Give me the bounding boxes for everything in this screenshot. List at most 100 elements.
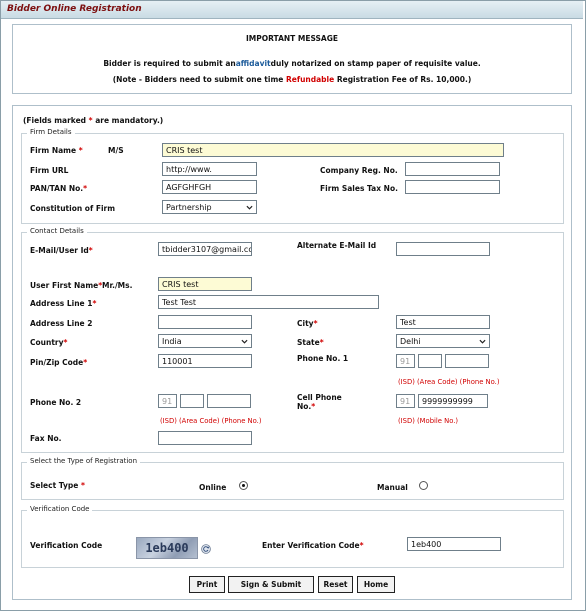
mandatory-note-text: are mandatory.) [92,116,164,125]
label-text: Country [30,338,64,347]
required-star: * [63,338,68,347]
message-text: Bidder is required to submit an [103,59,236,68]
country-select[interactable]: India [158,334,252,348]
label-text: City [297,319,314,328]
mandatory-note: (Fields marked * are mandatory.) [23,116,163,125]
important-message-box: IMPORTANT MESSAGE Bidder is required to … [12,24,572,94]
message-line-affidavit: Bidder is required to submit anaffidavit… [13,59,571,68]
country-selected: India [162,337,182,346]
phone2-area-input[interactable] [180,394,204,408]
email-input[interactable]: tbidder3107@gmail.co [158,242,252,256]
message-text: Registration Fee of Rs. 10,000.) [334,75,472,84]
address2-label: Address Line 2 [30,319,93,328]
title-bar: Bidder Online Registration [1,1,583,19]
sign-submit-button[interactable]: Sign & Submit [228,576,314,593]
state-select[interactable]: Delhi [396,334,490,348]
phone2-number-input[interactable] [207,394,251,408]
contact-details-legend: Contact Details [27,227,87,235]
company-reg-label: Company Reg. No. [320,166,398,175]
phone2-label: Phone No. 2 [30,398,82,407]
manual-radio[interactable] [419,481,428,490]
required-star: * [319,338,324,347]
firm-name-label: Firm Name * [30,146,83,155]
message-text: (Note - Bidders need to submit one time [112,75,286,84]
print-button[interactable]: Print [189,576,225,593]
refundable-text: Refundable [285,75,335,84]
chevron-down-icon [241,339,248,344]
pan-label: PAN/TAN No.* [30,184,87,193]
phone2-hint: (ISD) (Area Code) (Phone No.) [160,417,262,425]
home-button[interactable]: Home [357,576,395,593]
email-label: E-Mail/User Id* [30,246,93,255]
required-star: * [83,358,88,367]
label-text: User First Name [30,281,99,290]
address2-input[interactable] [158,315,252,329]
online-radio[interactable] [239,481,248,490]
reset-button[interactable]: Reset [318,576,353,593]
cell-label-line1: Cell Phone [297,393,342,402]
message-line-fee: (Note - Bidders need to submit one time … [13,75,571,84]
alt-email-label: Alternate E-Mail Id [297,241,377,250]
firm-details-legend: Firm Details [27,128,75,136]
first-name-input[interactable]: CRIS test [158,277,252,291]
phone1-number-input[interactable] [445,354,489,368]
verification-input[interactable]: 1eb400 [407,537,501,551]
phone1-label: Phone No. 1 [297,354,349,363]
label-text: Select Type [30,481,79,490]
label-text: State [297,338,320,347]
registration-type-legend: Select the Type of Registration [27,457,141,465]
online-label: Online [199,483,227,492]
required-star: * [80,481,85,490]
chevron-down-icon [246,205,253,210]
captcha-image: 1eb400 [136,537,198,559]
label-text: No. [297,402,312,411]
sales-tax-label: Firm Sales Tax No. [320,184,398,193]
fax-label: Fax No. [30,434,62,443]
cell-hint: (ISD) (Mobile No.) [398,417,459,425]
alt-email-input[interactable] [396,242,490,256]
address1-input[interactable]: Test Test [158,295,379,309]
required-star: * [359,541,364,550]
firm-name-input[interactable]: CRIS test [162,143,504,157]
chevron-down-icon [479,339,486,344]
company-reg-input[interactable] [405,162,500,176]
fax-input[interactable] [158,431,252,445]
phone1-hint: (ISD) (Area Code) (Phone No.) [398,378,500,386]
constitution-label: Constitution of Firm [30,204,116,213]
city-input[interactable]: Test [396,315,490,329]
phone1-area-input[interactable] [418,354,442,368]
enter-verification-label: Enter Verification Code* [262,541,364,550]
phone2-isd-input[interactable]: 91 [158,394,177,408]
constitution-select[interactable]: Partnership [162,200,257,214]
firm-url-input[interactable]: http://www. [162,162,257,176]
salutation-label: Mr./Ms. [102,281,133,290]
label-text: Enter Verification Code [262,541,360,550]
select-type-label: Select Type * [30,481,85,490]
cell-number-input[interactable]: 9999999999 [418,394,488,408]
pin-label: Pin/Zip Code* [30,358,87,367]
affidavit-link[interactable]: affidavit [236,59,271,68]
firm-name-prefix: M/S [108,146,124,155]
first-name-label: User First Name* [30,281,102,290]
pan-input[interactable]: AGFGHFGH [162,180,257,194]
phone1-isd-input[interactable]: 91 [396,354,415,368]
verification-code-label: Verification Code [30,541,103,550]
sales-tax-input[interactable] [405,180,500,194]
mandatory-note-text: (Fields marked [23,116,89,125]
required-star: * [311,402,316,411]
cell-isd-input[interactable]: 91 [396,394,415,408]
message-text: duly notarized on stamp paper of requisi… [270,59,481,68]
constitution-selected: Partnership [166,203,212,212]
verification-legend: Verification Code [27,505,93,513]
country-label: Country* [30,338,67,347]
state-selected: Delhi [400,337,421,346]
pin-input[interactable]: 110001 [158,354,252,368]
label-text: Address Line 1 [30,299,93,308]
refresh-icon[interactable] [201,544,211,554]
required-star: * [92,299,97,308]
required-star: * [78,146,83,155]
state-label: State* [297,338,324,347]
label-text: E-Mail/User Id [30,246,89,255]
required-star: * [88,246,93,255]
firm-url-label: Firm URL [30,166,69,175]
